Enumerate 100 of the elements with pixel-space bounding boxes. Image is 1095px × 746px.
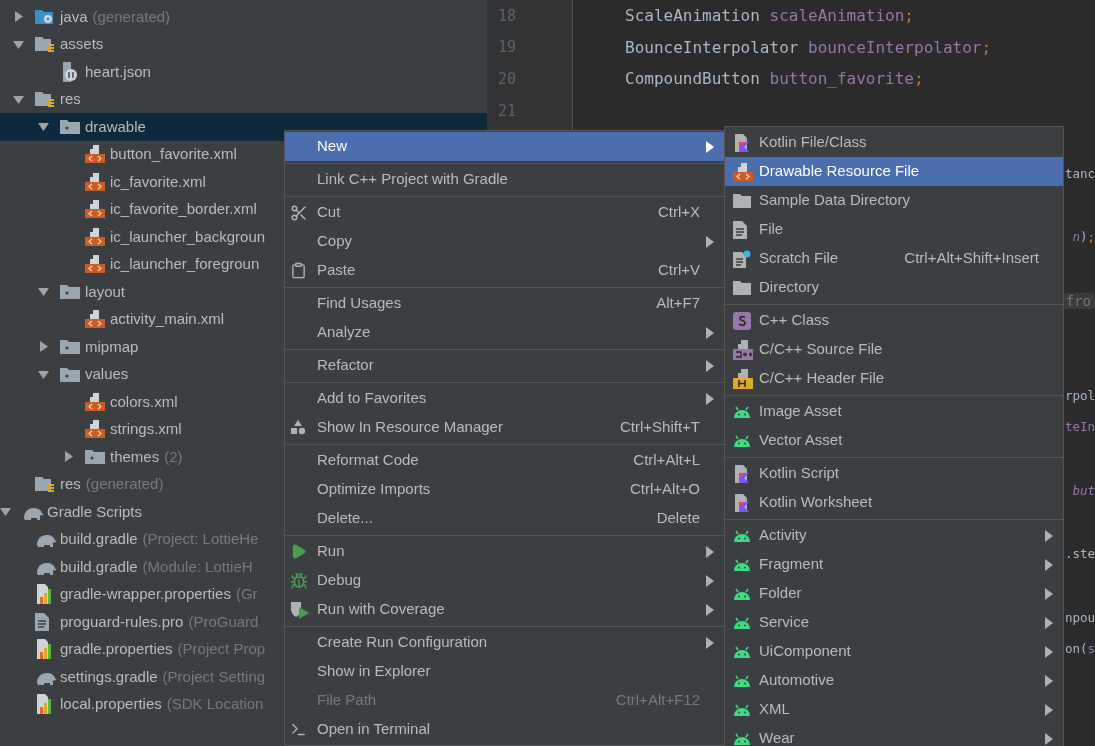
menu-item[interactable]: Add to Favorites [285, 384, 724, 413]
menu-item[interactable]: Wear [725, 724, 1063, 746]
menu-item[interactable]: Debug [285, 566, 724, 595]
xml-file-icon [85, 172, 105, 191]
menu-item[interactable]: File [725, 215, 1063, 244]
tree-item-label: activity_main.xml [110, 309, 225, 329]
menu-item[interactable]: UiComponent [725, 637, 1063, 666]
menu-item[interactable]: Cut Ctrl+X [285, 198, 724, 227]
android-icon [733, 405, 751, 418]
xml-file-icon [85, 255, 105, 274]
menu-item[interactable]: Open in Terminal [285, 715, 724, 744]
submenu-arrow-icon [1045, 616, 1053, 629]
android-icon [733, 587, 751, 600]
menu-item[interactable]: Refactor [285, 351, 724, 380]
expanded-arrow-icon[interactable] [13, 93, 24, 105]
menu-item[interactable]: Automotive [725, 666, 1063, 695]
collapsed-arrow-icon[interactable] [38, 341, 49, 353]
code-line: on(s [1064, 640, 1095, 659]
expanded-arrow-icon[interactable] [38, 368, 49, 380]
menu-item[interactable]: Link C++ Project with Gradle [285, 165, 724, 194]
menu-item[interactable]: Vector Asset [725, 426, 1063, 455]
menu-item[interactable]: Delete... Delete [285, 504, 724, 533]
expanded-arrow-icon[interactable] [38, 121, 49, 133]
shortcut-label: Ctrl+Shift+T [619, 417, 700, 438]
tree-item[interactable]: res [0, 85, 487, 113]
menu-item[interactable]: Fragment [725, 550, 1063, 579]
submenu-arrow-icon [1045, 674, 1053, 687]
menu-item[interactable]: Activity [725, 521, 1063, 550]
tree-item-label: strings.xml [110, 419, 182, 439]
submenu-arrow-icon [706, 326, 714, 339]
menu-item[interactable]: XML [725, 695, 1063, 724]
code-line: npou [1064, 608, 1095, 627]
shield-play-icon [290, 600, 310, 619]
tree-item-label: gradle-wrapper.properties [60, 584, 231, 604]
menu-item[interactable]: Create Run Configuration [285, 628, 724, 657]
menu-item[interactable]: Show in Explorer [285, 657, 724, 686]
menu-item[interactable]: Kotlin Worksheet [725, 488, 1063, 517]
menu-item[interactable]: Copy [285, 227, 724, 256]
tree-item[interactable]: assets [0, 30, 487, 58]
tree-item-label: proguard-rules.pro [60, 611, 184, 632]
properties-file-icon [35, 584, 53, 605]
header-file-icon [733, 368, 753, 389]
tree-item-label: settings.gradle [60, 666, 158, 687]
properties-file-icon [35, 639, 53, 660]
tree-item-label: button_favorite.xml [110, 144, 237, 164]
android-icon [733, 703, 751, 716]
menu-item[interactable]: Directory [725, 273, 1063, 302]
xml-file-icon [85, 392, 105, 411]
tree-item-detail: (Project: LottieHe [142, 529, 259, 549]
menu-item[interactable]: C/C++ Header File [725, 364, 1063, 393]
menu-item[interactable]: Optimize Imports Ctrl+Alt+O [285, 475, 724, 504]
tree-item-label: ic_launcher_foregroun [110, 254, 260, 274]
menu-item[interactable]: Scratch File Ctrl+Alt+Shift+Insert [725, 244, 1063, 273]
menu-item[interactable]: Reformat Code Ctrl+Alt+L [285, 446, 724, 475]
expanded-arrow-icon[interactable] [13, 38, 24, 50]
collapsed-arrow-icon[interactable] [13, 11, 24, 23]
menu-item[interactable]: Kotlin Script [725, 459, 1063, 488]
tree-item-label: ic_favorite_border.xml [110, 199, 257, 219]
tree-item-label: drawable [85, 116, 146, 137]
code-line: rpol [1064, 386, 1095, 405]
menu-item[interactable]: Run [285, 537, 724, 566]
menu-item[interactable]: Show In Resource Manager Ctrl+Shift+T [285, 413, 724, 442]
menu-item[interactable]: Find Usages Alt+F7 [285, 289, 724, 318]
submenu-arrow-icon [706, 636, 714, 649]
expanded-arrow-icon[interactable] [0, 506, 11, 518]
submenu-arrow-icon [1045, 732, 1053, 745]
submenu-arrow-icon [706, 545, 714, 558]
menu-item[interactable]: Service [725, 608, 1063, 637]
menu-item[interactable]: C++ Class [725, 306, 1063, 335]
tree-item-detail: (Gr [235, 584, 258, 604]
menu-item[interactable]: Folder [725, 579, 1063, 608]
collapsed-arrow-icon[interactable] [63, 451, 74, 463]
menu-item[interactable]: Run with Coverage [285, 595, 724, 624]
tree-item-label: Gradle Scripts [47, 501, 143, 522]
expanded-arrow-icon[interactable] [38, 286, 49, 298]
tree-item-label: themes [110, 446, 160, 467]
menu-item[interactable]: Drawable Resource File [725, 157, 1063, 186]
folder-icon [60, 339, 80, 355]
folder-icon [60, 284, 80, 300]
scissors-icon [290, 203, 308, 222]
menu-item[interactable]: Kotlin File/Class [725, 128, 1063, 157]
shortcut-label: Ctrl+V [657, 260, 700, 281]
kotlin-file-icon [733, 493, 749, 512]
terminal-icon [290, 721, 307, 738]
menu-item[interactable]: C/C++ Source File [725, 335, 1063, 364]
folder-icon [60, 119, 80, 135]
menu-item[interactable]: Paste Ctrl+V [285, 256, 724, 285]
clipboard-icon [290, 262, 307, 279]
folder-icon [733, 193, 751, 208]
tree-item-label: values [85, 364, 129, 384]
folder-icon [85, 449, 105, 465]
tree-item[interactable]: heart.json [0, 58, 487, 86]
tree-item-detail: (ProGuard [188, 611, 259, 632]
menu-item[interactable]: New [285, 132, 724, 161]
menu-item[interactable]: Sample Data Directory [725, 186, 1063, 215]
submenu-arrow-icon [706, 359, 714, 372]
menu-item[interactable]: Analyze [285, 318, 724, 347]
resource-folder-icon [35, 91, 55, 108]
menu-item[interactable]: Image Asset [725, 397, 1063, 426]
tree-item[interactable]: java (generated) [0, 3, 487, 31]
